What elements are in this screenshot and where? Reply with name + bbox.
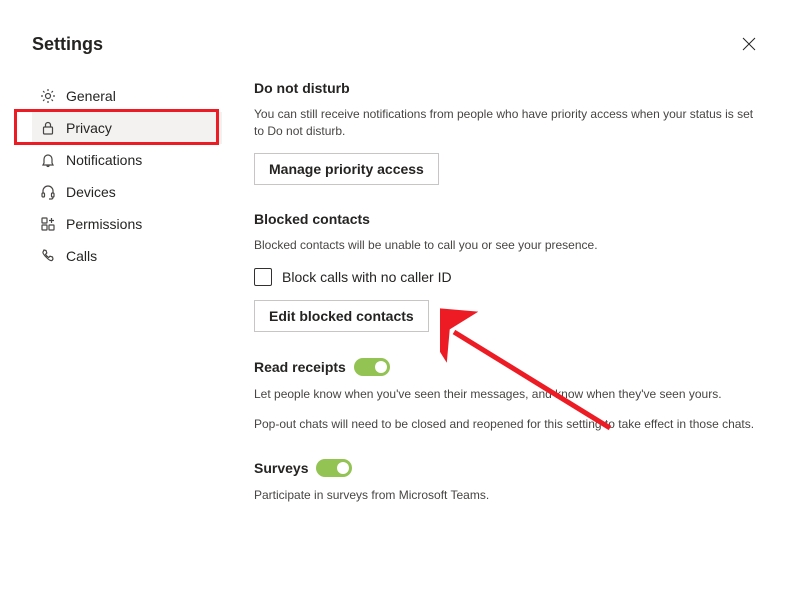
- phone-icon: [40, 248, 56, 264]
- manage-priority-access-button[interactable]: Manage priority access: [254, 153, 439, 185]
- sidebar-item-label: Privacy: [66, 120, 112, 136]
- settings-body: General Privacy Notifications Devices Pe…: [0, 80, 797, 530]
- apps-icon: [40, 216, 56, 232]
- block-no-caller-id-label: Block calls with no caller ID: [282, 269, 452, 285]
- read-receipts-desc2: Pop-out chats will need to be closed and…: [254, 416, 755, 433]
- settings-header: Settings: [0, 0, 797, 80]
- blocked-description: Blocked contacts will be unable to call …: [254, 237, 755, 254]
- sidebar-item-notifications[interactable]: Notifications: [32, 144, 222, 176]
- read-receipts-toggle[interactable]: [354, 358, 390, 376]
- read-receipts-desc1: Let people know when you've seen their m…: [254, 386, 755, 403]
- settings-sidebar: General Privacy Notifications Devices Pe…: [32, 80, 222, 530]
- surveys-title-text: Surveys: [254, 460, 308, 476]
- section-surveys: Surveys Participate in surveys from Micr…: [254, 459, 755, 504]
- close-button[interactable]: [733, 28, 765, 60]
- sidebar-item-label: Permissions: [66, 216, 142, 232]
- dnd-description: You can still receive notifications from…: [254, 106, 755, 141]
- sidebar-item-devices[interactable]: Devices: [32, 176, 222, 208]
- content-area: Do not disturb You can still receive not…: [222, 80, 765, 530]
- bell-icon: [40, 152, 56, 168]
- gear-icon: [40, 88, 56, 104]
- close-icon: [742, 37, 756, 51]
- sidebar-item-label: Calls: [66, 248, 97, 264]
- blocked-title: Blocked contacts: [254, 211, 755, 227]
- block-no-caller-id-checkbox[interactable]: [254, 268, 272, 286]
- page-title: Settings: [32, 34, 103, 55]
- headset-icon: [40, 184, 56, 200]
- dnd-title: Do not disturb: [254, 80, 755, 96]
- surveys-toggle[interactable]: [316, 459, 352, 477]
- read-receipts-title-text: Read receipts: [254, 359, 346, 375]
- lock-icon: [40, 120, 56, 136]
- surveys-title: Surveys: [254, 459, 755, 477]
- section-read-receipts: Read receipts Let people know when you'v…: [254, 358, 755, 433]
- section-blocked-contacts: Blocked contacts Blocked contacts will b…: [254, 211, 755, 332]
- sidebar-item-label: General: [66, 88, 116, 104]
- block-no-caller-id-row: Block calls with no caller ID: [254, 268, 755, 286]
- sidebar-item-calls[interactable]: Calls: [32, 240, 222, 272]
- sidebar-item-privacy[interactable]: Privacy: [32, 112, 222, 144]
- read-receipts-title: Read receipts: [254, 358, 755, 376]
- edit-blocked-contacts-button[interactable]: Edit blocked contacts: [254, 300, 429, 332]
- sidebar-item-label: Devices: [66, 184, 116, 200]
- surveys-desc: Participate in surveys from Microsoft Te…: [254, 487, 755, 504]
- section-do-not-disturb: Do not disturb You can still receive not…: [254, 80, 755, 185]
- sidebar-item-permissions[interactable]: Permissions: [32, 208, 222, 240]
- sidebar-item-general[interactable]: General: [32, 80, 222, 112]
- sidebar-item-label: Notifications: [66, 152, 142, 168]
